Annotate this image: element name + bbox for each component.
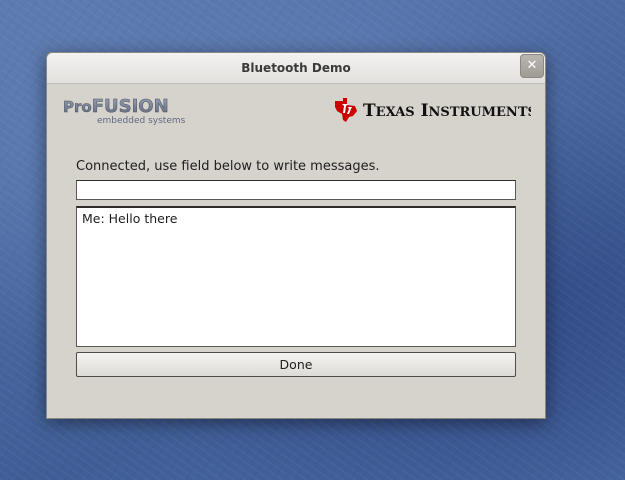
- message-log-line: Me: Hello there: [82, 211, 178, 226]
- app-window: Bluetooth Demo ✕ ProFUSION embedded syst…: [46, 52, 546, 419]
- ti-state-icon: [335, 98, 357, 122]
- ti-logo-wordmark: TEXAS INSTRUMENTS: [363, 101, 531, 121]
- done-button[interactable]: Done: [76, 352, 516, 377]
- window-title: Bluetooth Demo: [241, 61, 351, 75]
- connection-status-text: Connected, use field below to write mess…: [76, 159, 380, 174]
- texas-instruments-logo: TEXAS INSTRUMENTS: [335, 98, 531, 122]
- profusion-logo: ProFUSION embedded systems: [63, 96, 186, 125]
- close-icon: ✕: [526, 58, 538, 73]
- window-titlebar[interactable]: Bluetooth Demo ✕: [47, 53, 545, 84]
- profusion-logo-wordmark: ProFUSION: [63, 96, 169, 117]
- message-input[interactable]: [76, 180, 516, 200]
- close-button[interactable]: ✕: [520, 54, 544, 78]
- profusion-logo-tagline: embedded systems: [97, 116, 186, 125]
- message-log[interactable]: Me: Hello there: [76, 206, 516, 347]
